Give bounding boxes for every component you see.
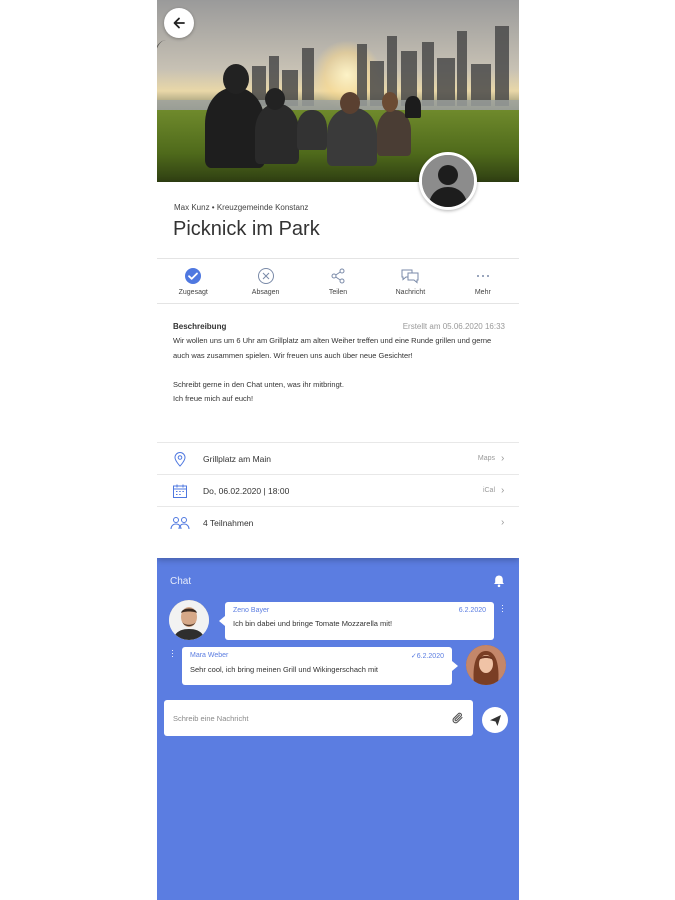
ical-link[interactable]: iCal (483, 487, 495, 494)
x-circle-icon (257, 267, 274, 284)
user-photo-icon (169, 600, 209, 640)
detail-date[interactable]: Do, 06.02.2020 | 18:00 iCal › (157, 474, 519, 506)
message-text: Sehr cool, ich bring meinen Grill und Wi… (190, 665, 378, 674)
chevron-right-icon: › (501, 485, 505, 496)
location-text: Grillplatz am Main (203, 453, 272, 464)
share-label: Teilen (328, 288, 348, 296)
send-button[interactable] (482, 707, 508, 733)
event-organizer: Max Kunz • Kreuzgemeinde Konstanz (174, 203, 309, 212)
more-icon (476, 274, 489, 277)
created-date: Erstellt am 05.06.2020 16:33 (402, 322, 505, 331)
attach-button[interactable] (451, 711, 465, 730)
description-heading: Beschreibung (173, 322, 227, 331)
chat-title: Chat (170, 576, 192, 587)
message-label: Nachricht (395, 288, 426, 296)
decline-label: Absagen (251, 288, 280, 296)
message-date: 6.2.2020 (458, 607, 486, 614)
message-input[interactable] (164, 700, 444, 736)
action-bar: Zugesagt Absagen Teilen Nachricht Mehr (157, 258, 519, 304)
calendar-icon (173, 484, 187, 498)
message-author: Mara Weber (190, 652, 229, 659)
arrow-left-icon (173, 17, 185, 29)
more-button[interactable]: Mehr (447, 259, 519, 303)
bell-icon (494, 575, 504, 588)
user-photo-icon (466, 645, 506, 685)
event-title: Picknick im Park (173, 218, 320, 240)
message-composer (164, 700, 473, 736)
event-description: Beschreibung Erstellt am 05.06.2020 16:3… (173, 322, 505, 407)
share-icon (331, 268, 345, 283)
back-button[interactable] (164, 8, 194, 38)
user-silhouette-icon (422, 155, 474, 207)
avatar[interactable] (169, 600, 209, 640)
paperclip-icon (452, 712, 463, 724)
event-cover-image (157, 0, 519, 182)
detail-participants[interactable]: 4 Teilnahmen › (157, 506, 519, 538)
avatar[interactable] (466, 645, 506, 685)
chevron-right-icon: › (501, 517, 505, 528)
accept-button[interactable]: Zugesagt (157, 259, 229, 303)
participants-text: 4 Teilnahmen (203, 517, 254, 528)
decline-button[interactable]: Absagen (229, 259, 301, 303)
message-text: Ich bin dabei und bringe Tomate Mozzarel… (233, 619, 393, 628)
share-button[interactable]: Teilen (302, 259, 374, 303)
people-icon (170, 516, 190, 529)
organizer-avatar[interactable] (419, 152, 477, 210)
maps-link[interactable]: Maps (478, 455, 495, 462)
check-circle-icon (185, 267, 202, 284)
event-card: Max Kunz • Kreuzgemeinde Konstanz Pickni… (157, 182, 519, 558)
date-text: Do, 06.02.2020 | 18:00 (203, 485, 290, 496)
message-options-icon[interactable]: · · · (501, 601, 504, 616)
location-icon (174, 451, 186, 467)
app-screen: Max Kunz • Kreuzgemeinde Konstanz Pickni… (157, 0, 519, 900)
detail-location[interactable]: Grillplatz am Main Maps › (157, 442, 519, 474)
chat-message[interactable]: Zeno Bayer 6.2.2020 Ich bin dabei und br… (219, 602, 494, 640)
more-label: Mehr (474, 288, 491, 296)
send-icon (489, 714, 501, 726)
event-details: Grillplatz am Main Maps › Do, 06.02.2020… (157, 442, 519, 538)
accept-label: Zugesagt (178, 288, 208, 296)
chat-message[interactable]: Mara Weber ✓6.2.2020 Sehr cool, ich brin… (182, 647, 458, 685)
message-author: Zeno Bayer (233, 607, 270, 614)
message-button[interactable]: Nachricht (374, 259, 446, 303)
chat-icon (401, 269, 419, 284)
description-text: Wir wollen uns um 6 Uhr am Grillplatz am… (173, 336, 492, 403)
notification-bell-button[interactable] (492, 574, 506, 593)
message-options-icon[interactable]: · · · (171, 646, 174, 661)
message-date: ✓6.2.2020 (410, 653, 444, 660)
chevron-right-icon: › (501, 453, 505, 464)
